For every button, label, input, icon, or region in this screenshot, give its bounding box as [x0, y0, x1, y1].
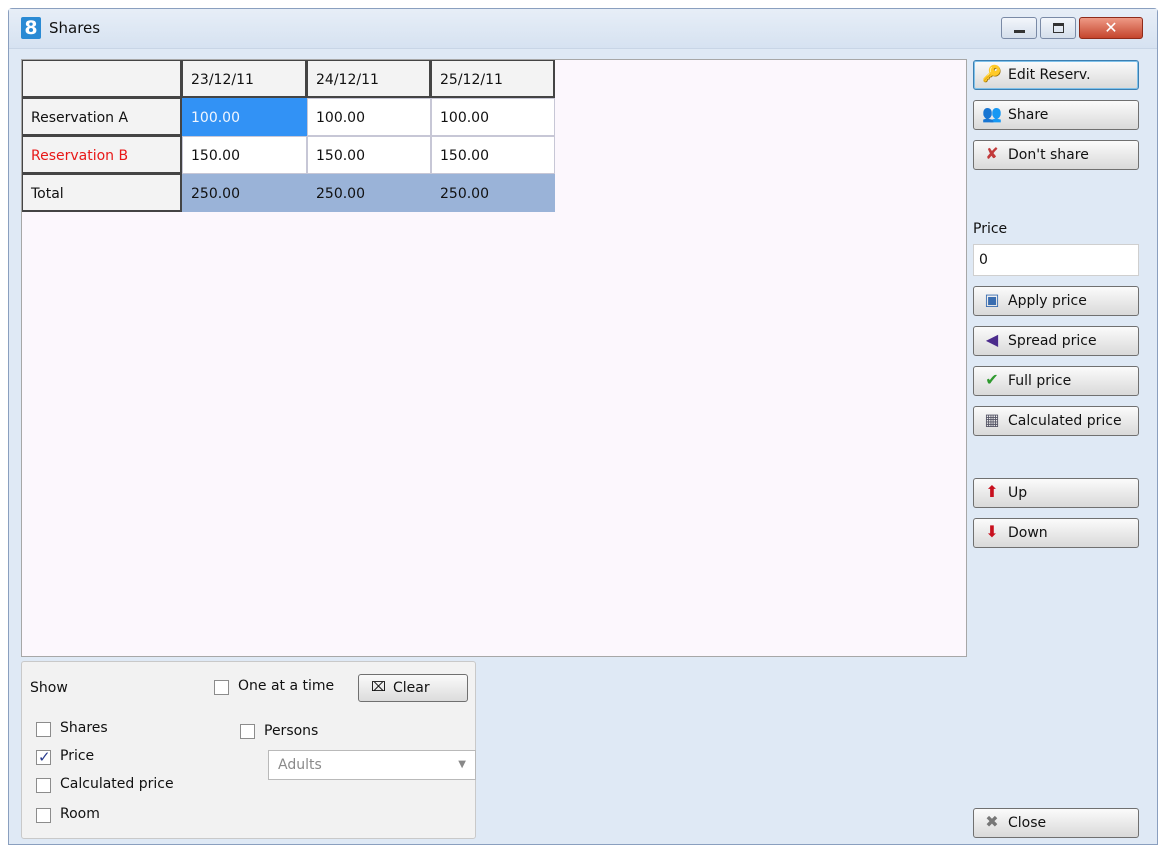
- grid-corner-header: [22, 60, 182, 98]
- calculator-icon: ▦: [984, 410, 1000, 429]
- close-label: Close: [1008, 815, 1047, 831]
- dont-share-label: Don't share: [1008, 147, 1089, 163]
- price-input[interactable]: 0: [973, 244, 1139, 276]
- action-sidebar: 🔑 Edit Reserv. 👥 Share ✘ Don't share Pri…: [969, 49, 1157, 845]
- grid-cell[interactable]: 100.00: [431, 98, 555, 136]
- apply-price-label: Apply price: [1008, 293, 1087, 309]
- maximize-icon: [1053, 23, 1064, 33]
- price-checkbox[interactable]: [36, 748, 51, 766]
- persons-checkbox[interactable]: [240, 724, 255, 739]
- calculated-price-button-label: Calculated price: [1008, 413, 1122, 429]
- app-logo-icon: 8: [21, 17, 41, 39]
- one-at-a-time-checkbox[interactable]: [214, 680, 229, 695]
- row-header-reservation[interactable]: Reservation B: [22, 136, 182, 174]
- full-price-button[interactable]: ✔ Full price: [973, 366, 1139, 396]
- share-button[interactable]: 👥 Share: [973, 100, 1139, 130]
- clear-button-label: Clear: [393, 680, 430, 696]
- show-label: Show: [30, 680, 68, 696]
- dont-share-button[interactable]: ✘ Don't share: [973, 140, 1139, 170]
- minimize-button[interactable]: [1001, 17, 1037, 39]
- apply-icon: ▣: [984, 290, 1000, 309]
- grid-cell[interactable]: 100.00: [182, 98, 307, 136]
- edit-reservation-label: Edit Reserv.: [1008, 67, 1091, 83]
- grid-cell[interactable]: 150.00: [307, 136, 431, 174]
- maximize-button[interactable]: [1040, 17, 1076, 39]
- full-price-label: Full price: [1008, 373, 1072, 389]
- price-label: Price: [60, 748, 95, 764]
- up-label: Up: [1008, 485, 1028, 501]
- eraser-icon: ⌧: [371, 680, 386, 695]
- shares-grid-area: 23/12/11 24/12/11 25/12/11 Reservation A…: [21, 59, 967, 657]
- clear-button[interactable]: ⌧ Clear: [358, 674, 468, 702]
- minimize-icon: [1014, 30, 1025, 33]
- move-down-button[interactable]: ⬇ Down: [973, 518, 1139, 548]
- calculated-price-checkbox[interactable]: [36, 778, 51, 793]
- room-label: Room: [60, 806, 100, 822]
- column-header-date[interactable]: 23/12/11: [182, 60, 307, 98]
- checkmark-icon: ✔: [985, 370, 999, 389]
- close-x-icon: ✖: [985, 812, 999, 831]
- key-icon: 🔑: [982, 64, 1002, 83]
- grid-cell[interactable]: 100.00: [307, 98, 431, 136]
- total-cell: 250.00: [307, 174, 431, 212]
- one-at-a-time-label: One at a time: [238, 678, 335, 694]
- persons-type-value: Adults: [278, 757, 322, 773]
- total-cell: 250.00: [182, 174, 307, 212]
- price-field-label: Price: [973, 221, 1008, 237]
- spread-price-label: Spread price: [1008, 333, 1097, 349]
- spread-price-button[interactable]: ◀ Spread price: [973, 326, 1139, 356]
- row-header-total: Total: [22, 174, 182, 212]
- column-header-date[interactable]: 25/12/11: [431, 60, 555, 98]
- people-icon: 👥: [982, 104, 1002, 123]
- arrow-down-icon: ⬇: [985, 522, 999, 541]
- persons-type-select[interactable]: Adults ▼: [268, 750, 476, 780]
- shares-checkbox[interactable]: [36, 722, 51, 737]
- grid-cell[interactable]: 150.00: [431, 136, 555, 174]
- window-close-button[interactable]: ✕: [1079, 17, 1143, 39]
- grid-cell[interactable]: 150.00: [182, 136, 307, 174]
- title-bar[interactable]: 8 Shares ✕: [9, 9, 1157, 49]
- spread-icon: ◀: [985, 330, 999, 349]
- arrow-up-icon: ⬆: [985, 482, 999, 501]
- close-icon: ✕: [1104, 18, 1118, 37]
- persons-label: Persons: [264, 723, 319, 739]
- close-button[interactable]: ✖ Close: [973, 808, 1139, 838]
- calculated-price-label: Calculated price: [60, 776, 174, 792]
- move-up-button[interactable]: ⬆ Up: [973, 478, 1139, 508]
- window-title: Shares: [49, 19, 101, 37]
- chevron-down-icon: ▼: [458, 759, 466, 770]
- people-cross-icon: ✘: [985, 144, 999, 163]
- share-label: Share: [1008, 107, 1049, 123]
- room-checkbox[interactable]: [36, 808, 51, 823]
- calculated-price-button[interactable]: ▦ Calculated price: [973, 406, 1139, 436]
- show-options-panel: Show One at a time ⌧ Clear Shares Price …: [21, 661, 476, 839]
- down-label: Down: [1008, 525, 1048, 541]
- edit-reservation-button[interactable]: 🔑 Edit Reserv.: [973, 60, 1139, 90]
- shares-window: 8 Shares ✕ 23/12/11 24/12/11 25/12/11 Re…: [8, 8, 1158, 845]
- column-header-date[interactable]: 24/12/11: [307, 60, 431, 98]
- shares-label: Shares: [60, 720, 108, 736]
- row-header-reservation[interactable]: Reservation A: [22, 98, 182, 136]
- apply-price-button[interactable]: ▣ Apply price: [973, 286, 1139, 316]
- total-cell: 250.00: [431, 174, 555, 212]
